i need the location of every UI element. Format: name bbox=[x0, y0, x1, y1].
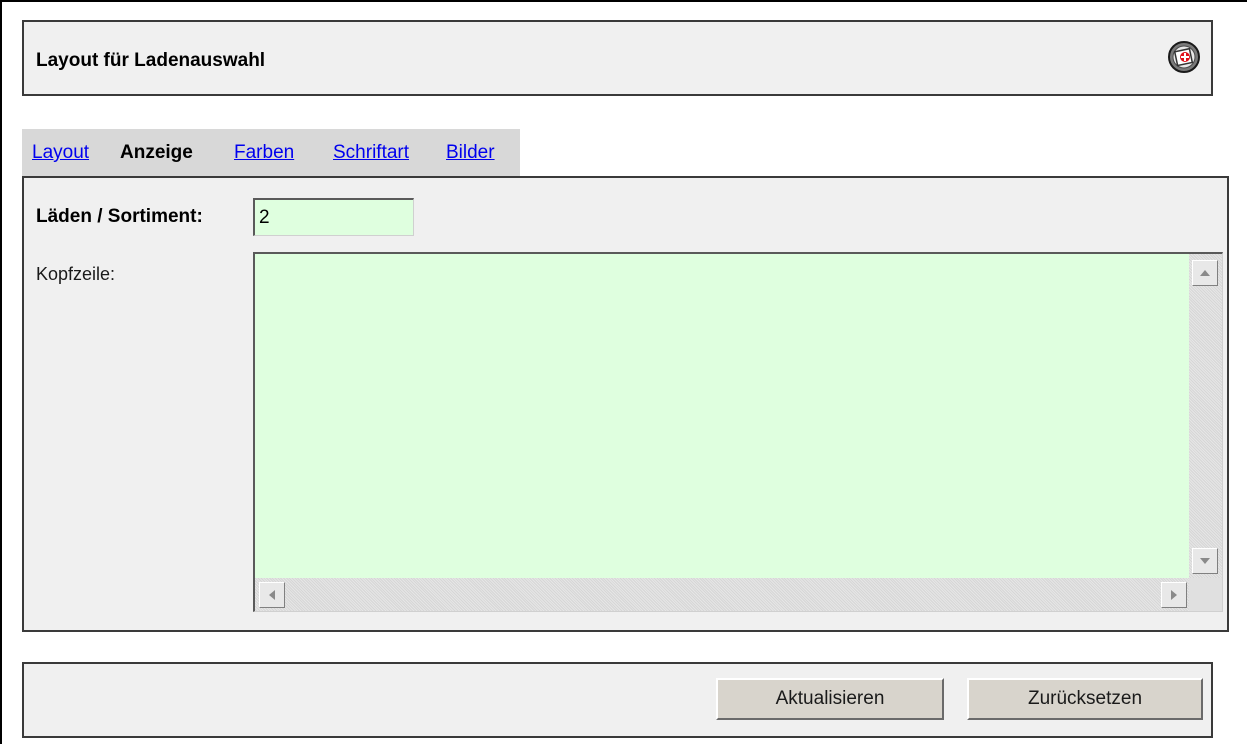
arrow-left-icon bbox=[269, 590, 275, 600]
tab-strip: Layout Anzeige Farben Schriftart Bilder bbox=[22, 129, 520, 179]
header-panel: Layout für Ladenauswahl bbox=[22, 20, 1213, 96]
scroll-up-button[interactable] bbox=[1192, 260, 1218, 286]
arrow-right-icon bbox=[1171, 590, 1177, 600]
tab-schriftart[interactable]: Schriftart bbox=[333, 142, 409, 164]
content-panel: Läden / Sortiment: Kopfzeile: bbox=[22, 176, 1229, 632]
tab-farben[interactable]: Farben bbox=[234, 142, 294, 164]
header-text-label: Kopfzeile: bbox=[36, 264, 116, 284]
header-textarea-container bbox=[253, 252, 1223, 612]
tab-layout[interactable]: Layout bbox=[32, 142, 89, 164]
horizontal-scrollbar[interactable] bbox=[255, 578, 1191, 611]
arrow-down-icon bbox=[1200, 558, 1210, 564]
update-button[interactable]: Aktualisieren bbox=[716, 678, 944, 720]
reset-button[interactable]: Zurücksetzen bbox=[967, 678, 1203, 720]
tab-bilder[interactable]: Bilder bbox=[446, 142, 495, 164]
stores-label: Läden / Sortiment: bbox=[36, 206, 203, 227]
page-title: Layout für Ladenauswahl bbox=[36, 50, 266, 71]
header-textarea[interactable] bbox=[255, 254, 1191, 578]
vertical-scrollbar[interactable] bbox=[1189, 254, 1222, 578]
help-icon[interactable] bbox=[1167, 40, 1201, 74]
scroll-left-button[interactable] bbox=[259, 582, 285, 608]
scroll-down-button[interactable] bbox=[1192, 548, 1218, 574]
tab-anzeige[interactable]: Anzeige bbox=[120, 142, 193, 164]
stores-input[interactable] bbox=[253, 198, 414, 236]
arrow-up-icon bbox=[1200, 270, 1210, 276]
footer-panel: Aktualisieren Zurücksetzen bbox=[22, 662, 1213, 738]
scroll-right-button[interactable] bbox=[1161, 582, 1187, 608]
page-frame: Layout für Ladenauswahl Layout Anzeige F… bbox=[0, 0, 1247, 744]
scroll-corner bbox=[1189, 578, 1222, 611]
